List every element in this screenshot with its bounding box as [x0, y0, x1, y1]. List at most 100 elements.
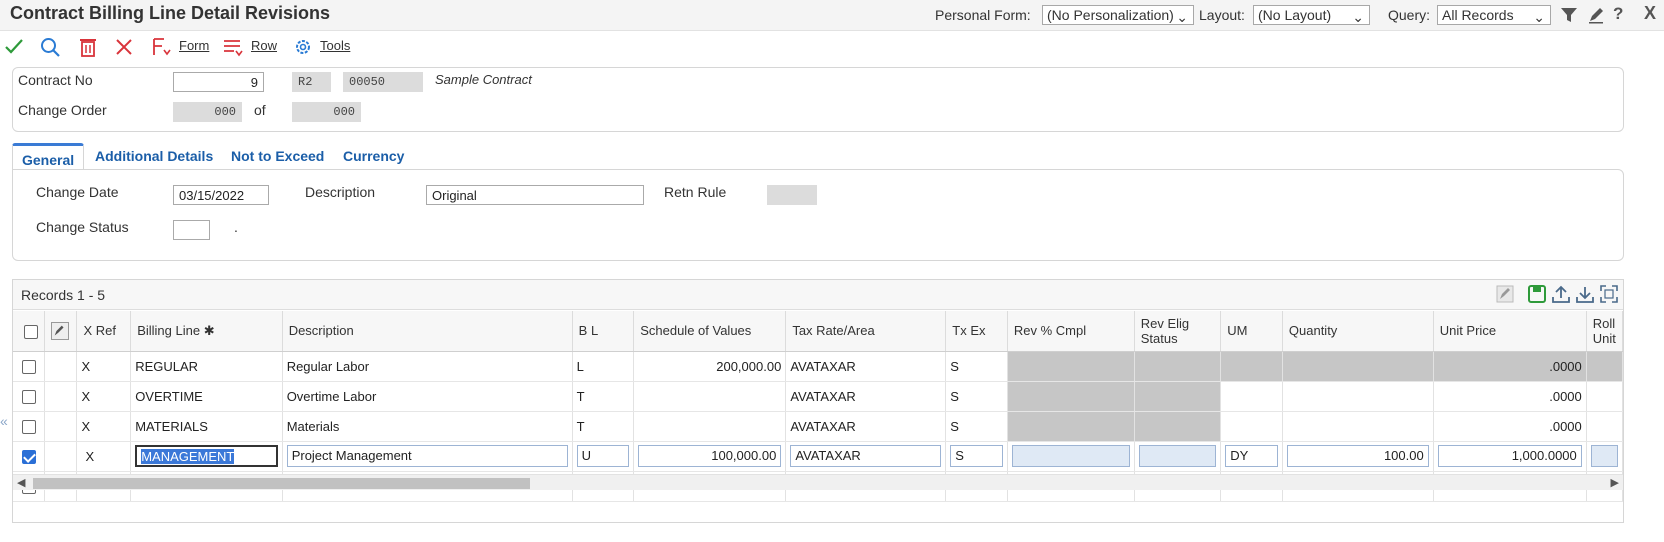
- um-cell[interactable]: [1220, 411, 1283, 442]
- col-bl[interactable]: B L: [572, 311, 635, 352]
- sov-cell[interactable]: [633, 381, 787, 412]
- row-menu[interactable]: Row: [251, 38, 277, 53]
- rollup-cell[interactable]: [1586, 441, 1624, 472]
- xref-cell[interactable]: X: [76, 441, 132, 472]
- delete-icon[interactable]: [77, 36, 99, 58]
- um-cell[interactable]: DY: [1220, 441, 1283, 472]
- row-exit-icon[interactable]: [51, 321, 70, 340]
- scroll-left-icon[interactable]: ◀: [17, 476, 25, 489]
- billing-line-input[interactable]: MANAGEMENT: [135, 445, 278, 467]
- sov-cell[interactable]: 200,000.00: [633, 351, 787, 382]
- filter-icon[interactable]: [1560, 6, 1578, 24]
- unit-price-cell[interactable]: .0000: [1433, 411, 1587, 442]
- expand-grid-icon[interactable]: [1599, 284, 1619, 304]
- quantity-input[interactable]: 100.00: [1286, 445, 1429, 467]
- sov-input[interactable]: 100,000.00: [638, 445, 782, 467]
- txex-cell[interactable]: S: [945, 411, 1008, 442]
- horizontal-scrollbar[interactable]: ◀ ▶: [13, 474, 1623, 490]
- quantity-cell[interactable]: 100.00: [1282, 441, 1434, 472]
- tax-cell[interactable]: AVATAXAR: [785, 351, 947, 382]
- quantity-cell[interactable]: [1282, 381, 1434, 412]
- tax-cell[interactable]: AVATAXAR: [785, 411, 947, 442]
- personal-form-select[interactable]: (No Personalization) ⌄: [1042, 5, 1194, 25]
- row-select-cell[interactable]: [13, 441, 46, 472]
- description-cell[interactable]: Project Management: [282, 441, 573, 472]
- tools-menu[interactable]: Tools: [320, 38, 350, 53]
- tab-general[interactable]: General: [12, 143, 85, 170]
- scroll-right-icon[interactable]: ▶: [1611, 476, 1619, 489]
- rev-elig-cell[interactable]: [1134, 441, 1222, 472]
- unit-price-cell[interactable]: .0000: [1433, 381, 1587, 412]
- row-menu-icon[interactable]: [222, 36, 244, 58]
- col-um[interactable]: UM: [1220, 311, 1283, 352]
- col-billing-line[interactable]: Billing Line ✱: [130, 311, 283, 352]
- save-icon[interactable]: [1527, 284, 1547, 304]
- col-tax-rate-area[interactable]: Tax Rate/Area: [785, 311, 947, 352]
- tax-cell[interactable]: AVATAXAR: [785, 441, 947, 472]
- xref-cell[interactable]: X: [76, 381, 132, 412]
- row-select-cell[interactable]: [13, 351, 46, 382]
- unit-price-input[interactable]: 1,000.0000: [1437, 445, 1582, 467]
- bl-cell[interactable]: T: [572, 381, 635, 412]
- col-rollup-unit[interactable]: Roll Unit: [1586, 311, 1624, 352]
- col-rev-pct-cmpl[interactable]: Rev % Cmpl: [1007, 311, 1135, 352]
- description-cell[interactable]: Overtime Labor: [282, 381, 573, 412]
- help-icon[interactable]: ?: [1613, 4, 1631, 23]
- change-date-input[interactable]: 03/15/2022: [173, 185, 269, 205]
- ok-check-icon[interactable]: [3, 36, 25, 58]
- rollup-cell[interactable]: [1586, 381, 1624, 412]
- edit-grid-icon[interactable]: [1495, 284, 1515, 304]
- rev-elig-input[interactable]: [1138, 445, 1217, 467]
- unit-price-cell[interactable]: 1,000.0000: [1433, 441, 1587, 472]
- row-select-cell[interactable]: [13, 411, 46, 442]
- table-row-selected[interactable]: X MANAGEMENT Project Management U 100,00…: [13, 441, 1624, 472]
- um-input[interactable]: DY: [1225, 445, 1278, 467]
- select-all-checkbox[interactable]: [24, 324, 38, 339]
- cancel-icon[interactable]: [113, 36, 135, 58]
- tab-currency[interactable]: Currency: [343, 148, 404, 164]
- txex-input[interactable]: S: [950, 445, 1003, 467]
- table-row[interactable]: X REGULAR Regular Labor L 200,000.00 AVA…: [13, 351, 1624, 382]
- table-row[interactable]: X OVERTIME Overtime Labor T AVATAXAR S .…: [13, 381, 1624, 412]
- xref-cell[interactable]: X: [76, 351, 132, 382]
- layout-select[interactable]: (No Layout) ⌄: [1253, 5, 1370, 25]
- sov-cell[interactable]: [633, 411, 787, 442]
- tax-cell[interactable]: AVATAXAR: [785, 381, 947, 412]
- scrollbar-thumb[interactable]: [33, 478, 530, 489]
- billing-line-cell[interactable]: MANAGEMENT: [130, 441, 283, 472]
- rev-pct-cell[interactable]: [1007, 441, 1135, 472]
- billing-line-cell[interactable]: REGULAR: [130, 351, 283, 382]
- row-exit-header[interactable]: [44, 311, 78, 352]
- select-all-header[interactable]: [13, 311, 46, 352]
- tab-not-to-exceed[interactable]: Not to Exceed: [231, 148, 324, 164]
- col-xref[interactable]: X Ref: [76, 311, 132, 352]
- description-cell[interactable]: Regular Labor: [282, 351, 573, 382]
- contract-no-input[interactable]: 9: [173, 72, 264, 92]
- rollup-cell[interactable]: [1586, 411, 1624, 442]
- personalize-icon[interactable]: [1587, 6, 1605, 24]
- txex-cell[interactable]: S: [945, 351, 1008, 382]
- billing-line-cell[interactable]: MATERIALS: [130, 411, 283, 442]
- row-checkbox-checked[interactable]: [22, 449, 36, 464]
- description-input[interactable]: Project Management: [286, 445, 568, 467]
- row-select-cell[interactable]: [13, 381, 46, 412]
- row-checkbox[interactable]: [22, 359, 36, 374]
- bl-input[interactable]: U: [576, 445, 630, 467]
- col-quantity[interactable]: Quantity: [1282, 311, 1434, 352]
- close-icon[interactable]: X: [1644, 3, 1656, 24]
- row-checkbox[interactable]: [22, 419, 36, 434]
- collapse-side-icon[interactable]: «: [0, 413, 8, 429]
- col-schedule-of-values[interactable]: Schedule of Values: [633, 311, 787, 352]
- xref-cell[interactable]: X: [76, 411, 132, 442]
- txex-cell[interactable]: S: [945, 381, 1008, 412]
- bl-cell[interactable]: U: [572, 441, 635, 472]
- form-menu-icon[interactable]: [151, 36, 173, 58]
- col-unit-price[interactable]: Unit Price: [1433, 311, 1587, 352]
- sov-cell[interactable]: 100,000.00: [633, 441, 787, 472]
- description-cell[interactable]: Materials: [282, 411, 573, 442]
- rev-pct-input[interactable]: [1011, 445, 1130, 467]
- gear-icon[interactable]: [292, 36, 314, 58]
- tax-input[interactable]: AVATAXAR: [790, 445, 942, 467]
- form-menu[interactable]: Form: [179, 38, 209, 53]
- row-checkbox[interactable]: [22, 389, 36, 404]
